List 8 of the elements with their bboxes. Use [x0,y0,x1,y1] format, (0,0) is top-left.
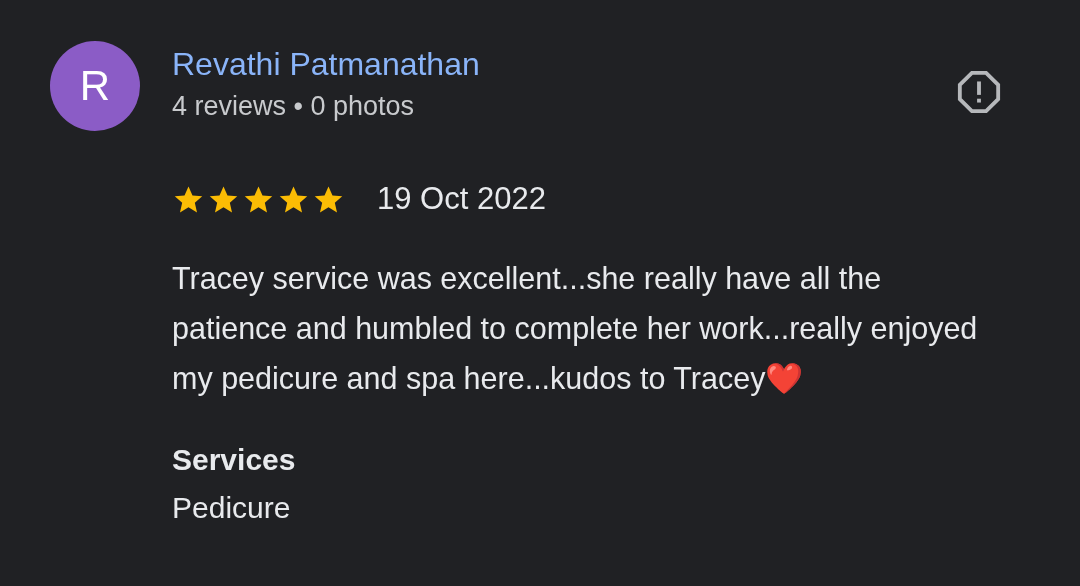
services-value: Pedicure [172,491,291,525]
author-name[interactable]: Revathi Patmanathan [172,46,480,83]
review-date: 19 Oct 2022 [377,181,546,217]
avatar[interactable]: R [50,41,140,131]
author-stats: 4 reviews • 0 photos [172,91,415,122]
report-icon[interactable] [956,69,1002,115]
services-heading: Services [172,443,296,477]
review-text: Tracey service was excellent...she really have all the patience and humbled to complete her work...really enjoyed my pedicure and spa here...kudos to Tracey❤ [172,260,979,398]
